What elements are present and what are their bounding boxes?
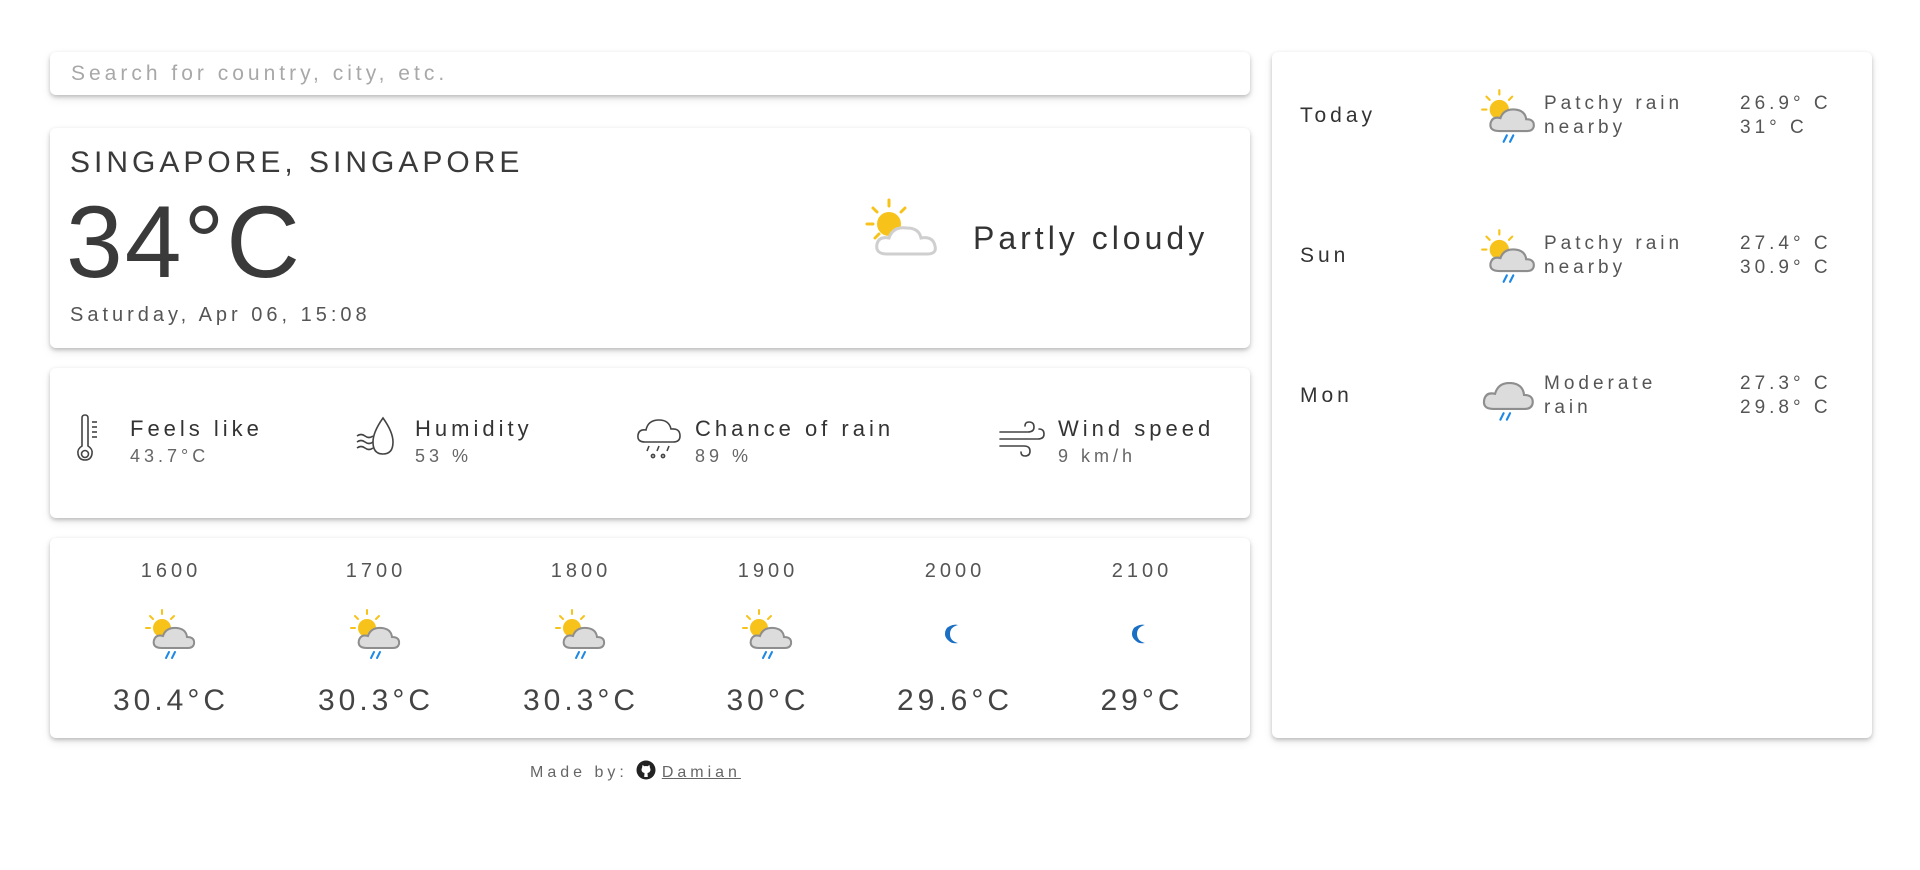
patchy-rain-day-icon [349, 608, 403, 665]
forecast-day-name: Today [1300, 104, 1377, 127]
hour-temperature: 30°C [726, 684, 810, 717]
patchy-rain-day-icon [1480, 228, 1538, 289]
daily-forecast-card: Today Patchy rain nearby 26.9° C 31° C S… [1272, 52, 1872, 738]
detail-humidity: Humidity 53 % [355, 416, 533, 467]
forecast-day-name: Sun [1300, 244, 1350, 267]
detail-label: Wind speed [1058, 416, 1215, 441]
rain-cloud-icon [635, 414, 685, 464]
detail-value: 43.7°C [130, 446, 210, 466]
forecast-condition-line: Patchy rain [1544, 233, 1684, 254]
detail-value: 53 % [415, 446, 473, 466]
moderate-rain-icon [1480, 368, 1538, 429]
wind-icon [998, 414, 1048, 464]
thermometer-icon [70, 414, 120, 464]
forecast-day-row: Mon Moderate rain 27.3° C 29.8° C [1272, 348, 1872, 428]
moon-icon [1115, 608, 1169, 665]
forecast-low-temp: 26.9° C [1740, 93, 1832, 114]
moon-icon [928, 608, 982, 665]
detail-value: 9 km/h [1058, 446, 1137, 466]
patchy-rain-day-icon [741, 608, 795, 665]
detail-label: Chance of rain [695, 416, 895, 441]
current-datetime: Saturday, Apr 06, 15:08 [70, 304, 371, 326]
github-icon[interactable] [636, 760, 656, 785]
forecast-temps: 26.9° C 31° C [1740, 92, 1832, 140]
detail-label: Feels like [130, 416, 263, 441]
forecast-low-temp: 27.3° C [1740, 373, 1832, 394]
patchy-rain-day-icon [554, 608, 608, 665]
footer-prefix: Made by: [530, 763, 628, 781]
hour-time: 1600 [140, 560, 202, 582]
hour-temperature: 30.3°C [522, 684, 640, 717]
condition-text: Partly cloudy [973, 220, 1209, 256]
forecast-day-name: Mon [1300, 384, 1353, 407]
forecast-condition-line: Patchy rain [1544, 93, 1684, 114]
hour-temperature: 30.4°C [112, 684, 230, 717]
forecast-condition: Moderate rain [1544, 372, 1704, 420]
detail-chance-of-rain: Chance of rain 89 % [635, 416, 894, 467]
forecast-day-row: Sun Patchy rain nearby 27.4° C 30.9° C [1272, 208, 1872, 288]
hour-time: 2100 [1111, 560, 1173, 582]
current-weather-card: SINGAPORE, SINGAPORE 34°C Saturday, Apr … [50, 128, 1250, 348]
forecast-temps: 27.4° C 30.9° C [1740, 232, 1832, 280]
author-link[interactable]: Damian [662, 764, 741, 782]
forecast-temps: 27.3° C 29.8° C [1740, 372, 1832, 420]
forecast-condition-line: nearby [1544, 117, 1627, 138]
partly-cloudy-icon [865, 198, 949, 267]
forecast-condition: Patchy rain nearby [1544, 232, 1704, 280]
detail-wind-speed: Wind speed 9 km/h [998, 416, 1214, 467]
forecast-condition-line: nearby [1544, 257, 1627, 278]
hour-time: 1800 [550, 560, 612, 582]
forecast-day-row: Today Patchy rain nearby 26.9° C 31° C [1272, 68, 1872, 148]
forecast-high-temp: 30.9° C [1740, 257, 1832, 278]
hour-time: 1700 [345, 560, 407, 582]
hour-time: 1900 [737, 560, 799, 582]
forecast-high-temp: 31° C [1740, 117, 1808, 138]
location-title: SINGAPORE, SINGAPORE [70, 146, 524, 179]
hour-temperature: 30.3°C [317, 684, 435, 717]
patchy-rain-day-icon [1480, 88, 1538, 149]
search-input[interactable] [50, 52, 1250, 95]
footer: Made by: Damian [530, 760, 741, 785]
forecast-high-temp: 29.8° C [1740, 397, 1832, 418]
humidity-icon [355, 414, 405, 464]
forecast-low-temp: 27.4° C [1740, 233, 1832, 254]
search-bar [50, 52, 1250, 95]
forecast-condition: Patchy rain nearby [1544, 92, 1704, 140]
patchy-rain-day-icon [144, 608, 198, 665]
weather-details-card: Feels like 43.7°C Humidity 53 % Chance o… [50, 368, 1250, 518]
detail-value: 89 % [695, 446, 753, 466]
hour-time: 2000 [924, 560, 986, 582]
hour-temperature: 29°C [1100, 684, 1184, 717]
detail-label: Humidity [415, 416, 533, 441]
forecast-condition-line: rain [1544, 397, 1592, 418]
hour-temperature: 29.6°C [896, 684, 1014, 717]
hourly-forecast-card: 1600 30.4°C 1700 30.3°C 1800 30.3°C 1900… [50, 538, 1250, 738]
detail-feels-like: Feels like 43.7°C [70, 414, 263, 467]
forecast-condition-line: Moderate [1544, 373, 1657, 394]
current-temperature: 34°C [66, 185, 302, 299]
